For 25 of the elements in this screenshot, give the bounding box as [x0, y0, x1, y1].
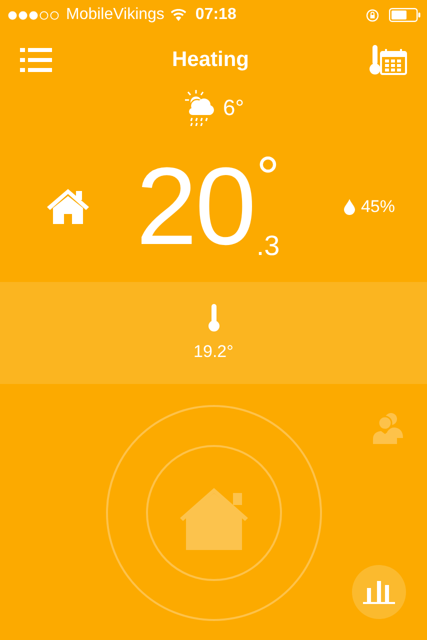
humidity-reading: 45% [360, 197, 395, 217]
temperature-decimal: .3 [256, 232, 280, 260]
home-mode-drawing[interactable] [104, 404, 322, 622]
clock-time: 07:18 [195, 6, 236, 24]
menu-icon [20, 47, 52, 73]
thermometer-icon [208, 304, 220, 332]
users-icon[interactable] [373, 412, 403, 444]
statistics-button[interactable] [352, 565, 406, 619]
degree-sign: ° [256, 156, 280, 200]
signal-icon [8, 10, 60, 20]
screen-title: Heating [172, 48, 249, 72]
carrier-name: MobileVikings [66, 6, 164, 24]
water-drop-icon [344, 199, 355, 215]
menu-button[interactable] [20, 47, 52, 73]
battery-icon [389, 8, 421, 22]
wifi-icon [170, 9, 188, 21]
set-temperature: 20 [136, 152, 254, 262]
thermometer-calendar-icon [368, 45, 407, 75]
house-icon [47, 189, 89, 225]
indoor-temperature: 19.2° [194, 342, 234, 362]
rotation-lock-icon [366, 8, 379, 22]
bar-chart-icon [363, 580, 395, 604]
outdoor-temperature: 6° [222, 95, 244, 121]
schedule-button[interactable] [368, 45, 407, 75]
sun-cloud-rain-icon [182, 90, 215, 126]
